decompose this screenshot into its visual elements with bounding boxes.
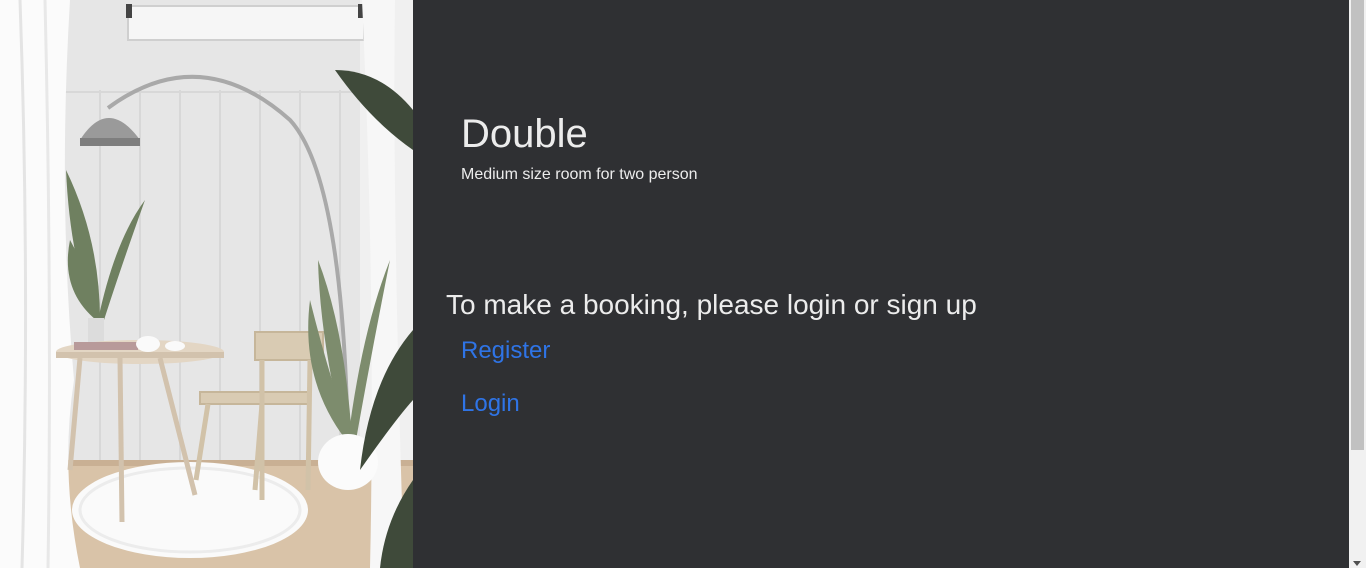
- scrollbar-thumb[interactable]: [1351, 0, 1364, 450]
- booking-prompt: To make a booking, please login or sign …: [446, 289, 977, 320]
- room-photo-illustration: [0, 0, 413, 568]
- room-title: Double: [461, 112, 588, 156]
- scroll-down-arrow-icon[interactable]: [1353, 561, 1361, 566]
- register-link[interactable]: Register: [461, 336, 550, 366]
- login-link[interactable]: Login: [461, 389, 520, 419]
- room-photo: [0, 0, 413, 568]
- room-page: Double Medium size room for two person T…: [0, 0, 1366, 568]
- booking-panel: Double Medium size room for two person T…: [413, 0, 1349, 568]
- room-description: Medium size room for two person: [461, 166, 698, 183]
- vertical-scrollbar[interactable]: [1349, 0, 1366, 568]
